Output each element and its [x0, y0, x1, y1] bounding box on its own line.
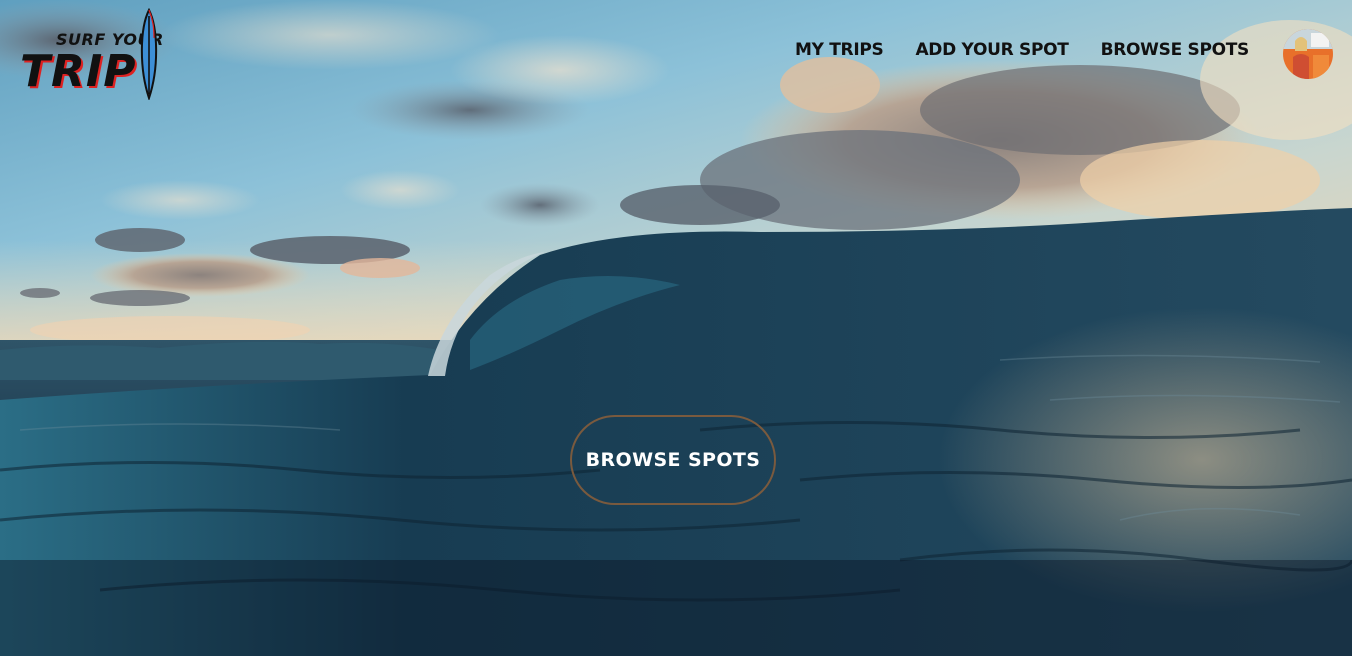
surfboard-icon	[140, 8, 158, 100]
nav-my-trips[interactable]: MY TRIPS	[795, 40, 884, 60]
avatar-image	[1283, 29, 1333, 79]
hero-section: SURF YOUR TRIP MY TRIPS ADD YOUR SPOT BR…	[0, 0, 1352, 656]
main-nav: MY TRIPS ADD YOUR SPOT BROWSE SPOTS	[795, 40, 1249, 60]
logo-line-2: TRIP	[20, 46, 137, 97]
nav-browse-spots[interactable]: BROWSE SPOTS	[1101, 40, 1250, 60]
nav-add-your-spot[interactable]: ADD YOUR SPOT	[915, 40, 1068, 60]
user-avatar[interactable]	[1283, 29, 1333, 79]
site-logo[interactable]: SURF YOUR TRIP	[18, 8, 168, 102]
hero-background-image	[0, 0, 1352, 656]
browse-spots-button[interactable]: BROWSE SPOTS	[570, 415, 776, 505]
